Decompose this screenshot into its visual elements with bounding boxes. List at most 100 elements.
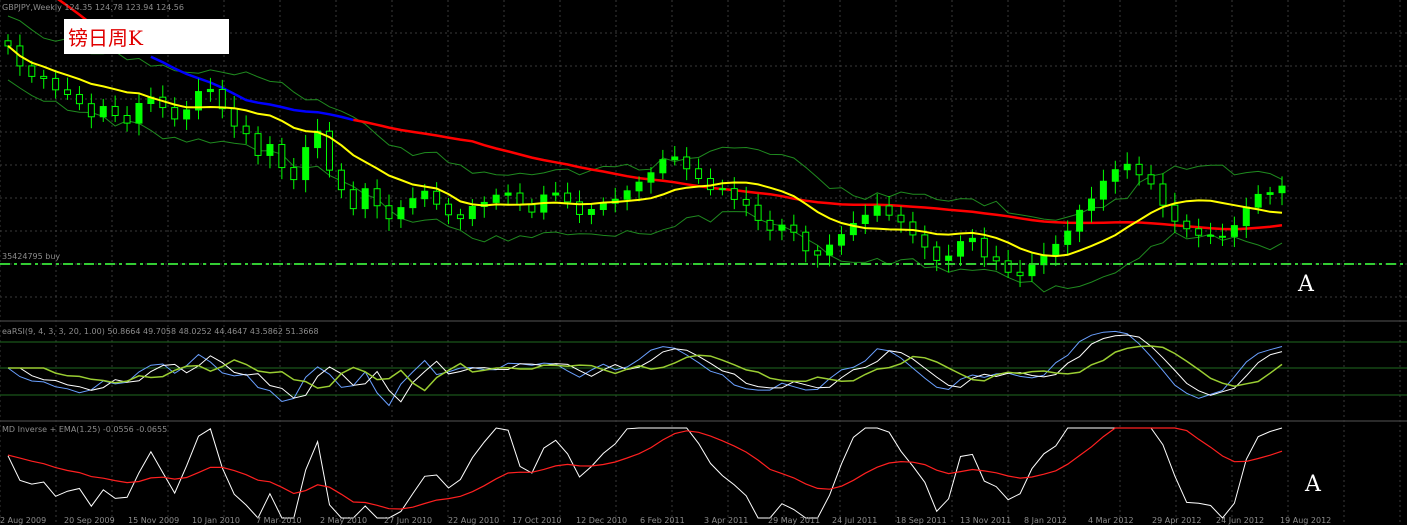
x-tick-label: 27 Jun 2010 bbox=[384, 516, 432, 525]
x-tick-label: 10 Jan 2010 bbox=[192, 516, 240, 525]
order-line-label: 35424795 buy bbox=[2, 252, 61, 261]
candle-body bbox=[1135, 163, 1143, 176]
candle-body bbox=[1218, 235, 1226, 238]
candle-body bbox=[492, 194, 500, 203]
candle-body bbox=[683, 156, 691, 170]
candle-body bbox=[111, 106, 119, 117]
candle-body bbox=[1207, 234, 1215, 237]
candle-body bbox=[75, 93, 83, 105]
candle-body bbox=[730, 188, 738, 200]
candle-body bbox=[659, 159, 667, 174]
x-tick-label: 22 Aug 2010 bbox=[448, 516, 499, 525]
candle-body bbox=[968, 237, 976, 243]
candle-body bbox=[1052, 243, 1060, 256]
candle-body bbox=[254, 133, 262, 156]
candle-body bbox=[1004, 260, 1012, 273]
candle-body bbox=[1111, 169, 1119, 182]
candle-body bbox=[1064, 230, 1072, 245]
candle-body bbox=[385, 205, 393, 220]
candle-body bbox=[40, 75, 48, 79]
candle-body bbox=[266, 144, 274, 156]
candle-body bbox=[421, 190, 429, 200]
candle-body bbox=[754, 204, 762, 221]
candle-body bbox=[1254, 193, 1262, 208]
candle-body bbox=[468, 205, 476, 220]
inverse-line bbox=[7, 427, 1283, 519]
candle-body bbox=[1016, 271, 1024, 277]
candle-body bbox=[397, 207, 405, 220]
candle-body bbox=[123, 115, 131, 124]
candle-body bbox=[742, 198, 750, 206]
candle-body bbox=[957, 241, 965, 257]
candle-body bbox=[1028, 264, 1036, 277]
x-tick-label: 15 Nov 2009 bbox=[128, 516, 179, 525]
x-tick-label: 2 Aug 2009 bbox=[0, 516, 46, 525]
candle-body bbox=[361, 188, 369, 210]
candle-body bbox=[599, 202, 607, 210]
x-tick-label: 19 Aug 2012 bbox=[1280, 516, 1331, 525]
rsi-readout: eaRSI(9, 4, 3, 3, 20, 1.00) 50.8664 49.7… bbox=[2, 327, 319, 336]
candle-body bbox=[183, 109, 191, 120]
candle-body bbox=[980, 237, 988, 258]
candle-body bbox=[778, 224, 786, 231]
x-tick-label: 29 Apr 2012 bbox=[1152, 516, 1201, 525]
candle-body bbox=[1266, 192, 1274, 195]
candle-body bbox=[1147, 174, 1155, 185]
candle-body bbox=[206, 88, 214, 93]
candle-body bbox=[99, 106, 107, 118]
x-tick-label: 20 Sep 2009 bbox=[64, 516, 115, 525]
candle-body bbox=[373, 188, 381, 207]
candle-body bbox=[861, 214, 869, 225]
x-tick-label: 18 Sep 2011 bbox=[896, 516, 947, 525]
candle-body bbox=[1230, 225, 1238, 237]
candle-body bbox=[218, 88, 226, 110]
symbol-readout: GBPJPY,Weekly 124.35 124.78 123.94 124.5… bbox=[2, 3, 184, 12]
candle-body bbox=[647, 172, 655, 183]
x-tick-label: 8 Jan 2012 bbox=[1024, 516, 1067, 525]
candle-body bbox=[504, 192, 512, 196]
candle-body bbox=[552, 192, 560, 196]
candle-body bbox=[885, 205, 893, 216]
candle-body bbox=[933, 246, 941, 261]
candle-body bbox=[1183, 220, 1191, 230]
candle-body bbox=[1171, 204, 1179, 222]
candle-body bbox=[433, 190, 441, 205]
candle-body bbox=[921, 234, 929, 248]
marker-a-lower: A bbox=[1305, 472, 1321, 497]
candle-body bbox=[445, 203, 453, 216]
candle-body bbox=[587, 208, 595, 215]
x-tick-label: 24 Jul 2011 bbox=[832, 516, 877, 525]
x-tick-label: 17 Oct 2010 bbox=[512, 516, 561, 525]
chart-title: 镑日周K bbox=[68, 26, 143, 50]
candle-body bbox=[1242, 206, 1250, 227]
candle-body bbox=[945, 255, 953, 261]
x-tick-label: 29 May 2011 bbox=[768, 516, 820, 525]
candle-body bbox=[1076, 209, 1084, 232]
candle-body bbox=[671, 156, 679, 161]
candle-body bbox=[564, 192, 572, 203]
candle-body bbox=[873, 205, 881, 216]
candle-body bbox=[302, 147, 310, 181]
candle-body bbox=[1123, 163, 1131, 171]
inverse-readout: MD Inverse + EMA(1.25) -0.0556 -0.0655 bbox=[2, 425, 168, 434]
x-tick-label: 2 May 2010 bbox=[320, 516, 367, 525]
x-tick-label: 24 Jun 2012 bbox=[1216, 516, 1264, 525]
candle-body bbox=[718, 188, 726, 191]
candle-body bbox=[706, 178, 714, 191]
candle-body bbox=[1159, 183, 1167, 206]
candle-body bbox=[623, 190, 631, 200]
candle-body bbox=[135, 103, 143, 124]
title-box: 镑日周K bbox=[64, 19, 229, 54]
candle-body bbox=[814, 250, 822, 256]
candle-body bbox=[766, 219, 774, 231]
candle-body bbox=[992, 256, 1000, 262]
x-tick-label: 7 Mar 2010 bbox=[256, 516, 302, 525]
candle-body bbox=[1195, 228, 1203, 236]
candle-body bbox=[337, 169, 345, 191]
x-tick-label: 3 Apr 2011 bbox=[704, 516, 748, 525]
candle-body bbox=[52, 77, 60, 91]
x-tick-label: 4 Mar 2012 bbox=[1088, 516, 1134, 525]
candle-body bbox=[826, 244, 834, 256]
candle-body bbox=[695, 168, 703, 180]
inverse-ema bbox=[7, 427, 1283, 510]
